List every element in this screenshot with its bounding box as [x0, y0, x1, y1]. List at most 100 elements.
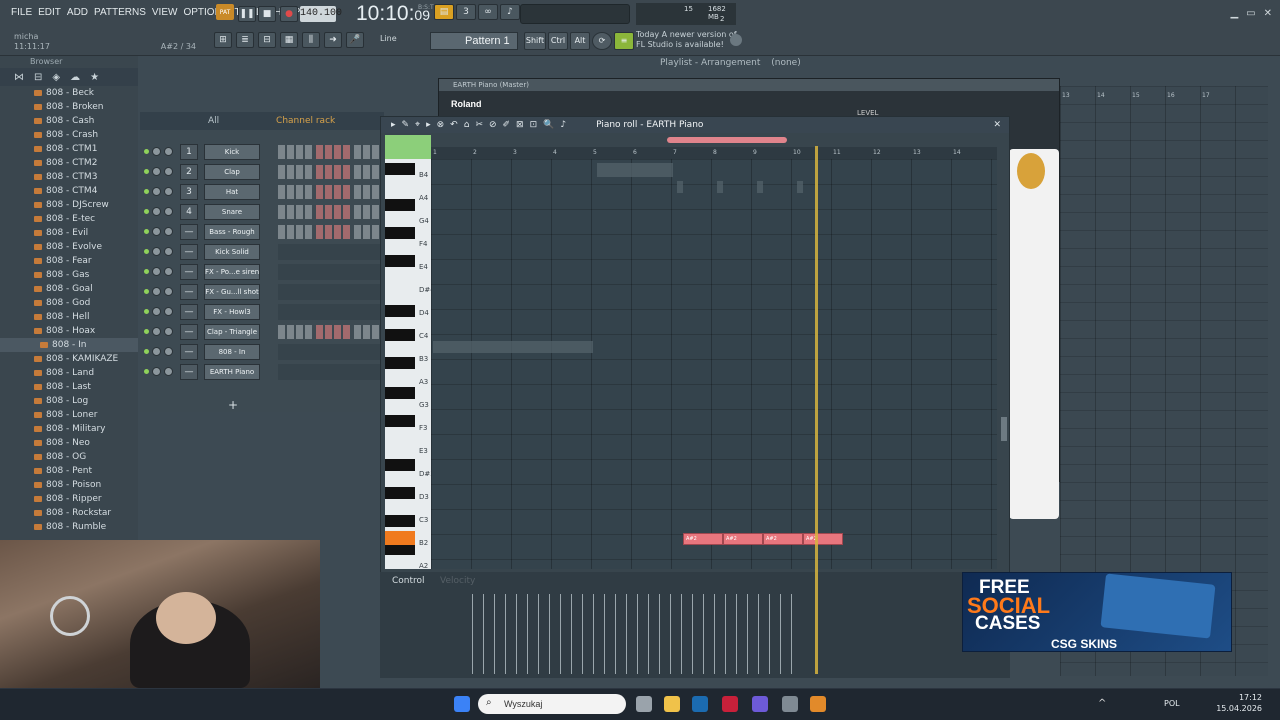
browser-item[interactable]: 808 - CTM3 — [0, 170, 138, 184]
velocity-bar[interactable] — [582, 594, 583, 674]
velocity-bar[interactable] — [505, 594, 506, 674]
channel-led-icon[interactable] — [144, 149, 149, 154]
minimize-icon[interactable]: ▁ — [1230, 8, 1238, 19]
mixer-track-number[interactable]: — — [180, 244, 198, 260]
channel-name-button[interactable]: Clap — [204, 164, 260, 180]
browser-item[interactable]: 808 - Land — [0, 366, 138, 380]
online-icon[interactable] — [730, 34, 742, 46]
add-channel-button[interactable]: + — [228, 398, 238, 412]
mic-icon[interactable]: 🎤 — [346, 32, 364, 48]
browser-item[interactable]: 808 - Rockstar — [0, 506, 138, 520]
browser-item[interactable]: 808 - Beck — [0, 86, 138, 100]
pattern-song-toggle[interactable]: PAT — [216, 4, 234, 20]
volume-knob[interactable] — [164, 367, 173, 376]
advert-banner[interactable]: FREE SOCIAL CASES CSG SKINS — [962, 572, 1232, 652]
channel-name-button[interactable]: Kick — [204, 144, 260, 160]
menu-view[interactable]: VIEW — [149, 6, 181, 20]
black-key[interactable] — [385, 199, 415, 211]
snap-selector[interactable]: Line — [380, 34, 397, 43]
mixer-track-number[interactable]: — — [180, 304, 198, 320]
channel-led-icon[interactable] — [144, 209, 149, 214]
browser-cloud-icon[interactable]: ☁ — [70, 72, 80, 83]
step-sequencer[interactable] — [278, 205, 382, 219]
pan-knob[interactable] — [152, 307, 161, 316]
windows-start-icon[interactable] — [454, 696, 470, 712]
pan-knob[interactable] — [152, 247, 161, 256]
channel-name-button[interactable]: Kick Solid — [204, 244, 260, 260]
countdown-button[interactable]: 3 — [456, 4, 476, 20]
volume-knob[interactable] — [164, 267, 173, 276]
control-lane[interactable] — [380, 572, 1010, 678]
velocity-bar[interactable] — [604, 594, 605, 674]
channel-led-icon[interactable] — [144, 349, 149, 354]
velocity-bar[interactable] — [626, 594, 627, 674]
note[interactable]: A#2 — [683, 533, 723, 545]
browser-item[interactable]: 808 - Crash — [0, 128, 138, 142]
menu-edit[interactable]: EDIT — [35, 6, 64, 20]
piano-roll-ruler[interactable]: 1 2 3 4 5 6 7 8 9 10 11 12 13 14 — [431, 147, 997, 159]
channel-name-button[interactable]: Snare — [204, 204, 260, 220]
channel-name-button[interactable]: FX - Gu...ll shot — [204, 284, 260, 300]
step-sequencer[interactable] — [278, 225, 382, 239]
browser-item[interactable]: 808 - Ripper — [0, 492, 138, 506]
plugin-knob[interactable] — [1017, 153, 1045, 189]
browser-item[interactable]: 808 - Broken — [0, 100, 138, 114]
task-view-icon[interactable] — [636, 696, 652, 712]
menu-add[interactable]: ADD — [64, 6, 91, 20]
volume-knob[interactable] — [164, 307, 173, 316]
velocity-bar[interactable] — [648, 594, 649, 674]
channel-led-icon[interactable] — [144, 269, 149, 274]
velocity-bar[interactable] — [780, 594, 781, 674]
velocity-bar[interactable] — [494, 594, 495, 674]
channel-name-button[interactable]: Hat — [204, 184, 260, 200]
channel-led-icon[interactable] — [144, 189, 149, 194]
fl-studio-icon[interactable] — [810, 696, 826, 712]
language-indicator[interactable]: POL — [1164, 699, 1180, 708]
browser-item[interactable]: 808 - Evolve — [0, 240, 138, 254]
mixer-track-number[interactable]: — — [180, 224, 198, 240]
browser-item[interactable]: 808 - Loner — [0, 408, 138, 422]
browser-item[interactable]: 808 - E-tec — [0, 212, 138, 226]
note[interactable]: A#2 — [763, 533, 803, 545]
volume-knob[interactable] — [164, 207, 173, 216]
maximize-icon[interactable]: ▭ — [1246, 8, 1255, 19]
browser-item[interactable]: 808 - Pent — [0, 464, 138, 478]
taskbar-search[interactable]: Wyszukaj — [478, 694, 626, 714]
volume-knob[interactable] — [164, 147, 173, 156]
browser-item[interactable]: 808 - Poison — [0, 478, 138, 492]
mixer-track-number[interactable]: — — [180, 264, 198, 280]
piano-roll-close-icon[interactable]: ✕ — [993, 120, 1001, 130]
browser-item[interactable]: 808 - DJScrew — [0, 198, 138, 212]
tray-chevron-icon[interactable]: ^ — [1098, 698, 1106, 709]
mixer-track-number[interactable]: 1 — [180, 144, 198, 160]
velocity-bar[interactable] — [571, 594, 572, 674]
pause-button[interactable]: ❚❚ — [238, 6, 256, 22]
browser-options-icon[interactable]: ⋈ — [14, 72, 24, 83]
volume-knob[interactable] — [164, 247, 173, 256]
pan-knob[interactable] — [152, 207, 161, 216]
settings-icon[interactable] — [782, 696, 798, 712]
browser-collapse-icon[interactable]: ⊟ — [34, 72, 42, 83]
channel-led-icon[interactable] — [144, 249, 149, 254]
velocity-bar[interactable] — [549, 594, 550, 674]
mixer-icon[interactable]: ⫼ — [302, 32, 320, 48]
step-sequencer[interactable] — [278, 185, 382, 199]
velocity-bar[interactable] — [692, 594, 693, 674]
mixer-track-number[interactable]: — — [180, 324, 198, 340]
velocity-bar[interactable] — [769, 594, 770, 674]
velocity-bar[interactable] — [791, 594, 792, 674]
vertical-scrollbar[interactable] — [1001, 417, 1007, 441]
taskbar-clock[interactable]: 17:12 15.04.2026 — [1216, 692, 1262, 714]
channel-name-button[interactable]: EARTH Piano — [204, 364, 260, 380]
black-key[interactable] — [385, 357, 415, 369]
black-key[interactable] — [385, 255, 415, 267]
browser-item[interactable]: 808 - CTM4 — [0, 184, 138, 198]
pattern-preview[interactable] — [278, 344, 382, 360]
velocity-bar[interactable] — [736, 594, 737, 674]
black-key[interactable] — [385, 487, 415, 499]
velocity-bar[interactable] — [725, 594, 726, 674]
pattern-preview[interactable] — [278, 364, 382, 380]
file-explorer-icon[interactable] — [664, 696, 680, 712]
channel-led-icon[interactable] — [144, 369, 149, 374]
step-sequencer[interactable] — [278, 145, 382, 159]
